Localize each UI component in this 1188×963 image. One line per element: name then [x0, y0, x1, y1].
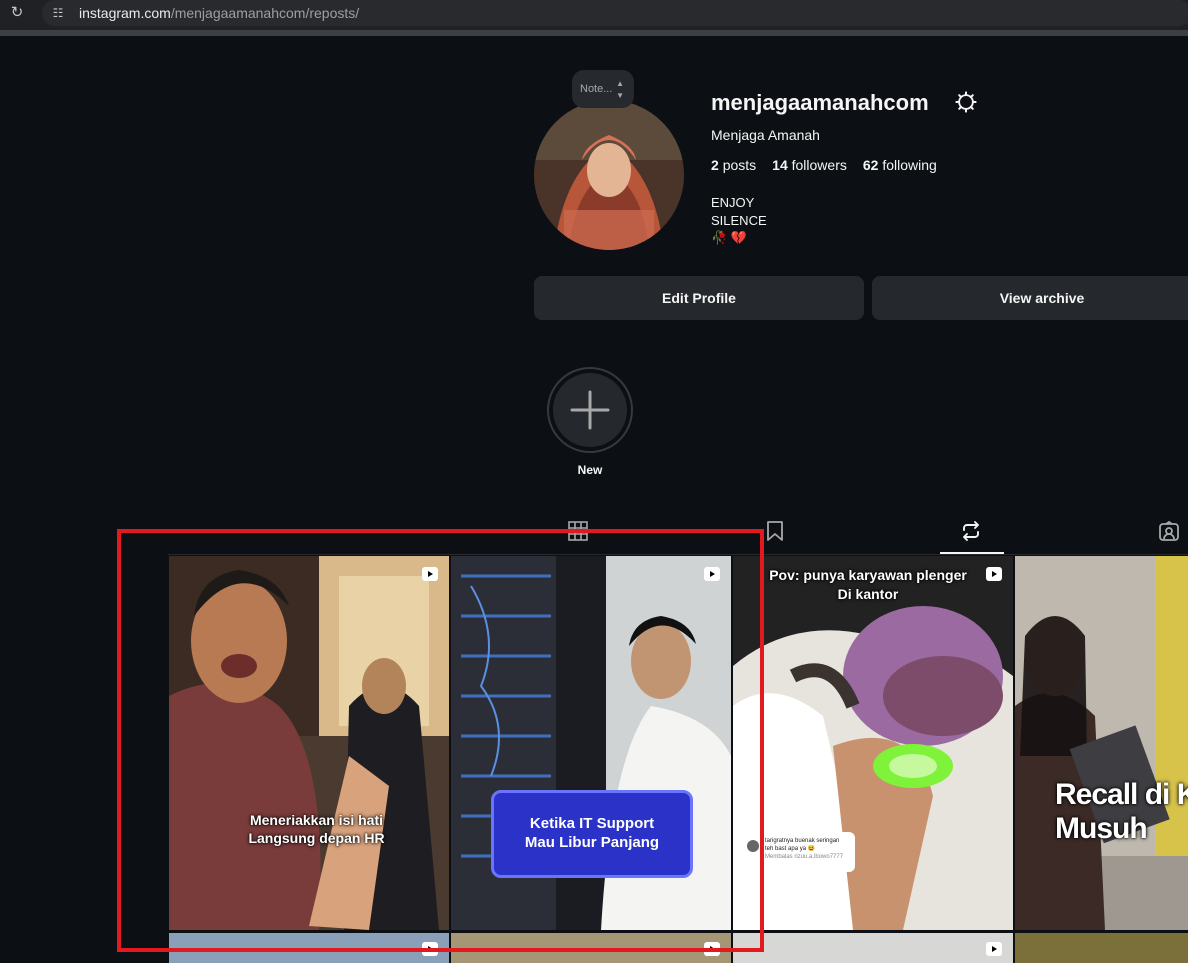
bookmark-icon[interactable] — [764, 520, 786, 542]
grid-item-1[interactable]: Meneriakkan isi hati Langsung depan HR — [169, 556, 449, 930]
reel-icon — [704, 942, 720, 956]
tagged-icon[interactable] — [1158, 520, 1180, 542]
reel-thumbnail — [1015, 556, 1188, 930]
grid-item-6[interactable] — [451, 933, 731, 963]
tabs-divider — [168, 554, 1188, 555]
grid-item-3[interactable]: Pov: punya karyawan plenger Di kantor ta… — [733, 556, 1013, 930]
grid-item-8[interactable] — [1015, 933, 1188, 963]
note-text: Note... — [580, 83, 613, 95]
url-text[interactable]: instagram.com/menjagaamanahcom/reposts/ — [79, 5, 359, 21]
grid-item-4[interactable]: Recall di K Musuh — [1015, 556, 1188, 930]
bio-line-1: ENJOY — [711, 195, 755, 210]
profile-avatar[interactable] — [534, 100, 684, 250]
reel-caption: Ketika IT Support Mau Libur Panjang — [524, 815, 660, 851]
repost-icon[interactable] — [960, 520, 982, 542]
profile-full-name: Menjaga Amanah — [711, 127, 820, 143]
reload-icon[interactable]: ↻ — [8, 4, 26, 22]
reel-icon — [986, 942, 1002, 956]
note-bubble[interactable]: Note... ▲ ▼ — [572, 70, 634, 108]
commenter-avatar — [747, 840, 759, 852]
bio-emoji: 🥀 💔 — [711, 230, 747, 245]
followers-stat[interactable]: 14 followers — [772, 157, 847, 173]
bio-line-2: SILENCE — [711, 213, 767, 228]
comment-text: tarigratnya buenak seringan teh bast apa… — [765, 838, 840, 852]
browser-toolbar: ↻ ☷ instagram.com/menjagaamanahcom/repos… — [0, 0, 1188, 30]
profile-username: menjagaamanahcom — [711, 90, 929, 115]
reel-thumbnail — [733, 556, 1013, 930]
reel-icon — [422, 942, 438, 956]
new-highlight-label: New — [577, 463, 603, 477]
new-highlight-button[interactable] — [553, 373, 627, 447]
grid-item-7[interactable] — [733, 933, 1013, 963]
reel-icon — [704, 567, 720, 581]
settings-gear-icon[interactable] — [955, 91, 977, 113]
reel-icon — [986, 567, 1002, 581]
comment-reply: Membalas rizuu.a.lbowo7777 — [765, 854, 844, 860]
reel-icon — [422, 567, 438, 581]
grid-item-5[interactable] — [169, 933, 449, 963]
comment-card: tarigratnya buenak seringan teh bast apa… — [743, 832, 855, 872]
view-archive-button[interactable]: View archive — [872, 276, 1188, 320]
reel-caption: Recall di K Musuh — [1055, 778, 1188, 845]
toolbar-divider — [0, 30, 1188, 36]
site-settings-icon[interactable]: ☷ — [50, 5, 66, 21]
grid-icon[interactable] — [567, 520, 589, 542]
reel-thumbnail — [169, 556, 449, 930]
reel-caption: Pov: punya karyawan plenger Di kantor — [769, 567, 967, 602]
note-scroll-icon: ▲ ▼ — [616, 79, 624, 100]
profile-stats: 2 posts 14 followers 62 following — [711, 157, 953, 173]
reel-caption: Meneriakkan isi hati Langsung depan HR — [248, 812, 385, 846]
posts-stat: 2 posts — [711, 157, 757, 173]
edit-profile-button[interactable]: Edit Profile — [534, 276, 864, 320]
grid-item-2[interactable]: Ketika IT Support Mau Libur Panjang — [451, 556, 731, 930]
following-stat[interactable]: 62 following — [863, 157, 937, 173]
plus-icon — [570, 390, 610, 430]
